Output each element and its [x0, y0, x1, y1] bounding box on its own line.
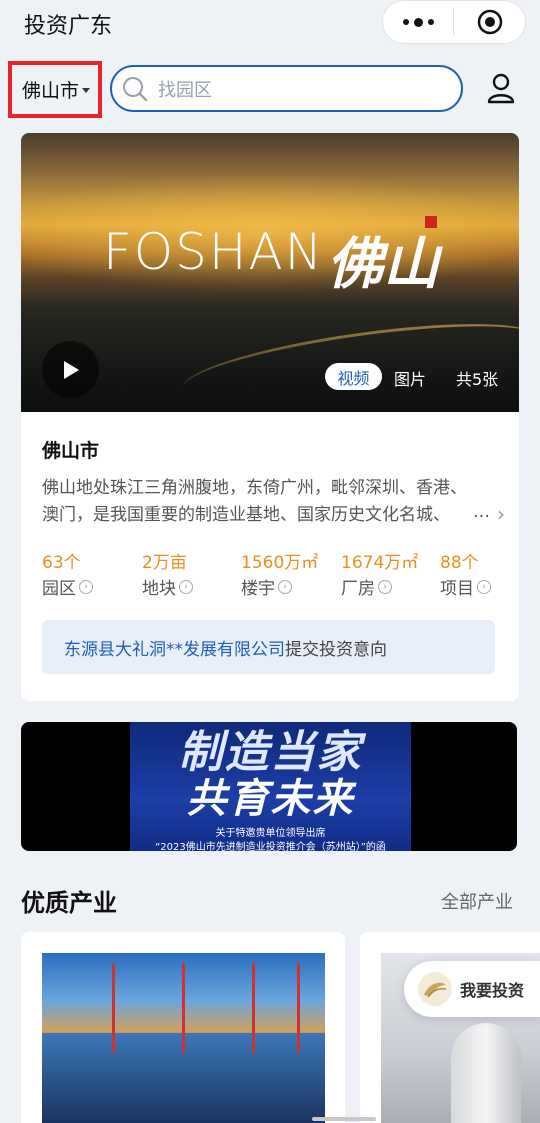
- industry-card[interactable]: [21, 932, 345, 1123]
- close-program-button[interactable]: [454, 0, 525, 44]
- chevron-circle-icon: ›: [477, 579, 491, 594]
- banner-headline-2: 共育未来: [186, 776, 355, 822]
- stat-label: 项目: [440, 579, 474, 599]
- search-input[interactable]: 找园区: [110, 65, 463, 112]
- crane-shape: [112, 963, 115, 1053]
- intent-text: 提交投资意向: [285, 639, 387, 660]
- stat-label: 楼宇: [241, 579, 275, 599]
- city-selector-label: 佛山市: [22, 80, 80, 102]
- tab-video[interactable]: 视频: [325, 363, 382, 390]
- dot-icon: [413, 17, 423, 27]
- stat-factories[interactable]: 1674万㎡ 厂房 ›: [341, 548, 418, 599]
- banner-poster: 制造当家 共育未来 关于特邀贵单位领导出席 “2023佛山市先进制造业投资推介会…: [130, 722, 411, 851]
- chevron-circle-icon: ›: [378, 579, 392, 594]
- chevron-circle-icon: ›: [79, 579, 93, 594]
- stat-buildings[interactable]: 1560万㎡ 楼宇 ›: [241, 548, 318, 599]
- app-title: 投资广东: [24, 14, 113, 39]
- hero-calligraphy: 佛山: [327, 231, 439, 297]
- stat-projects[interactable]: 88个 项目 ›: [440, 548, 491, 599]
- investment-intent-notice[interactable]: 东源县大礼洞**发展有限公司 提交投资意向: [42, 620, 495, 674]
- all-industries-link[interactable]: 全部产业: [441, 888, 513, 914]
- stat-value: 1560万㎡: [241, 553, 319, 573]
- city-description[interactable]: 佛山地处珠江三角洲腹地，东倚广州，毗邻深圳、香港、澳门，是我国重要的制造业基地、…: [42, 475, 482, 529]
- description-ellipsis: …: [473, 502, 490, 522]
- crane-shape: [182, 963, 185, 1053]
- media-count: 共5张: [456, 370, 499, 389]
- tab-photo[interactable]: 图片: [394, 366, 426, 390]
- user-profile-icon[interactable]: [486, 72, 516, 104]
- search-placeholder: 找园区: [158, 79, 212, 101]
- caret-down-icon: [82, 88, 91, 93]
- invest-label: 我要投资: [460, 981, 525, 1000]
- tank-shape: [451, 1023, 521, 1123]
- promo-banner[interactable]: 制造当家 共育未来 关于特邀贵单位领导出席 “2023佛山市先进制造业投资推介会…: [21, 722, 517, 851]
- dot-icon: [402, 19, 409, 25]
- home-indicator: [312, 1117, 376, 1121]
- banner-subtitle-2: “2023佛山市先进制造业投资推介会（苏州站）”的函: [155, 842, 386, 851]
- play-video-button[interactable]: [42, 341, 99, 398]
- intent-company: 东源县大礼洞**发展有限公司: [64, 639, 285, 660]
- stat-value: 1674万㎡: [341, 553, 419, 573]
- hero-word: FOSHAN: [103, 223, 325, 281]
- target-close-icon: [477, 9, 502, 35]
- stat-value: 2万亩: [142, 553, 187, 573]
- city-title: 佛山市: [42, 440, 100, 462]
- port-image: [42, 953, 325, 1123]
- seal-stamp: [425, 216, 437, 228]
- leaf-logo-icon: [424, 982, 447, 998]
- stat-value: 88个: [440, 553, 479, 573]
- search-icon: [123, 76, 148, 101]
- play-icon: [63, 360, 79, 379]
- banner-subtitle-1: 关于特邀贵单位领导出席: [215, 828, 326, 839]
- stat-label: 厂房: [341, 579, 375, 599]
- section-title: 优质产业: [21, 889, 117, 917]
- crane-shape: [297, 963, 300, 1053]
- dot-icon: [427, 19, 434, 25]
- crane-shape: [252, 963, 255, 1053]
- invest-float-button[interactable]: 我要投资: [404, 961, 540, 1017]
- stats-row: 63个 园区 › 2万亩 地块 › 1560万㎡ 楼宇 › 1674万㎡ 厂房 › 88…: [42, 548, 512, 599]
- chevron-circle-icon: ›: [179, 579, 193, 594]
- city-hero-image[interactable]: FOSHAN 佛山 视频 图片 共5张: [21, 133, 519, 412]
- stat-value: 63个: [42, 553, 81, 573]
- stat-label: 园区: [42, 579, 76, 599]
- more-menu-button[interactable]: [383, 0, 453, 44]
- chevron-circle-icon: ›: [278, 579, 292, 594]
- mini-program-capsule: [382, 0, 526, 44]
- invest-logo-icon: [418, 972, 452, 1006]
- stat-label: 地块: [142, 579, 176, 599]
- city-info-card: 佛山市 佛山地处珠江三角洲腹地，东倚广州，毗邻深圳、香港、澳门，是我国重要的制造…: [21, 412, 519, 701]
- chevron-right-icon[interactable]: ›: [497, 502, 505, 526]
- stat-parks[interactable]: 63个 园区 ›: [42, 548, 93, 599]
- stat-plots[interactable]: 2万亩 地块 ›: [142, 548, 193, 599]
- city-selector[interactable]: 佛山市: [22, 76, 91, 103]
- top-bar: 投资广东: [0, 0, 540, 50]
